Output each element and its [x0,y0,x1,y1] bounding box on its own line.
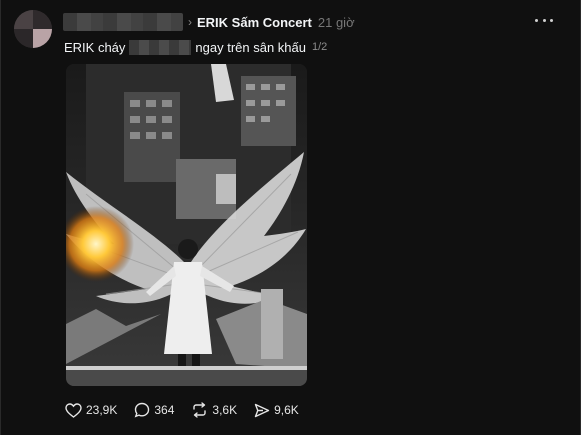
comment-bubble-icon [135,402,150,418]
author-avatar[interactable] [14,10,52,48]
post-source-name[interactable]: ERIK Sấm Concert [197,15,312,30]
like-count: 23,9K [86,403,118,417]
repost-arrows-icon [193,402,207,418]
repost-button[interactable]: 3,6K [191,401,237,419]
heart-icon [65,402,82,418]
post-time: 21 giờ [317,14,355,30]
comment-button[interactable]: 364 [134,401,174,419]
caption-prefix: ERIK cháy [64,39,126,55]
stage-performance-image [66,64,307,386]
share-button[interactable]: 9,6K [254,401,299,419]
repost-count: 3,6K [212,403,238,417]
share-count: 9,6K [274,403,299,417]
comment-count: 364 [154,403,175,417]
post-image[interactable] [66,64,307,386]
post-actions: 23,9K 364 3,6K 9,6K [65,401,316,419]
more-dots-icon[interactable] [535,17,553,23]
post-header: › ERIK Sấm Concert 21 giờ [63,13,355,31]
post-caption: ERIK cháy ngay trên sân khấu 1/2 [64,39,327,55]
author-name-blurred[interactable] [63,13,183,31]
caption-suffix: ngay trên sân khấu [195,39,306,55]
post-card: › ERIK Sấm Concert 21 giờ ERIK cháy ngay… [0,0,581,435]
chevron-right-icon: › [188,15,192,29]
page-indicator: 1/2 [312,41,328,53]
like-button[interactable]: 23,9K [65,401,117,419]
send-arrow-icon [254,403,270,417]
caption-blurred-word [129,39,192,55]
